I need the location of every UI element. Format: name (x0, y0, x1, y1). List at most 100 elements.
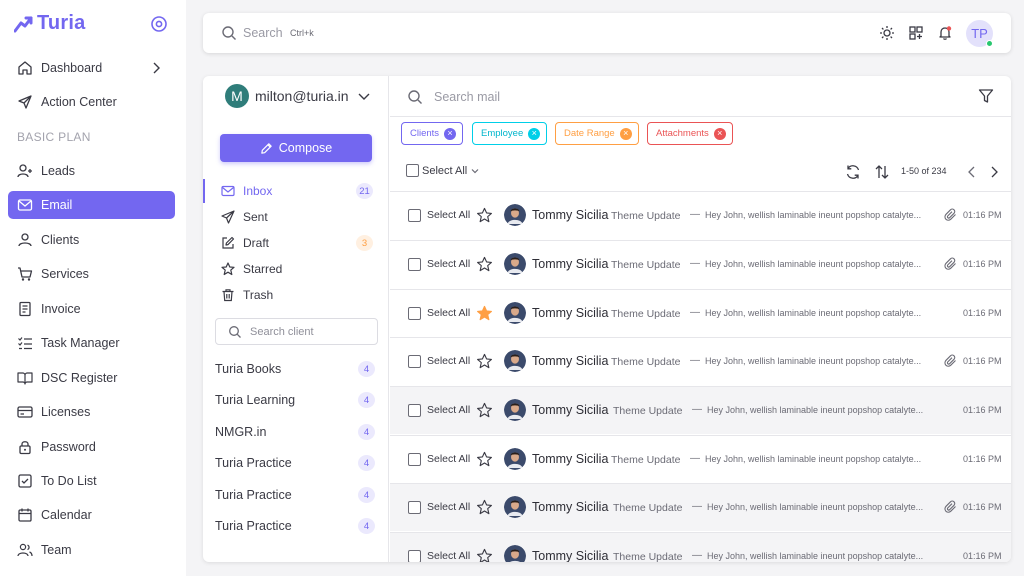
sidebar-item-licenses[interactable]: Licenses (8, 398, 175, 426)
sidebar-item-leads[interactable]: Leads (8, 157, 175, 185)
row-checkbox[interactable] (408, 453, 421, 466)
sidebar-item-calendar[interactable]: Calendar (8, 501, 175, 529)
star-icon[interactable] (476, 548, 493, 562)
bell-icon[interactable] (937, 25, 953, 41)
folder-starred[interactable]: Starred (203, 257, 389, 281)
send-icon (221, 210, 235, 224)
sidebar-item-invoice[interactable]: Invoice (8, 295, 175, 323)
folder-sent[interactable]: Sent (203, 205, 389, 229)
sidebar-item-task-manager[interactable]: Task Manager (8, 329, 175, 357)
sidebar-item-password[interactable]: Password (8, 433, 175, 461)
chevron-left-icon[interactable] (964, 164, 980, 180)
account-switcher[interactable]: M milton@turia.in (225, 84, 371, 108)
client-item[interactable]: NMGR.in 4 (215, 422, 375, 442)
sun-icon[interactable] (879, 25, 895, 41)
sidebar-collapse-button[interactable] (150, 15, 168, 33)
email-row[interactable]: Select All Tommy Sicilia Theme Update — Hey … (390, 191, 1011, 239)
email-row[interactable]: Select All Tommy Sicilia Theme Update — Hey … (390, 386, 1011, 434)
sidebar-item-label: Licenses (41, 405, 91, 419)
brand-logo[interactable]: Turia (14, 12, 85, 35)
sidebar-item-label: Clients (41, 233, 80, 247)
client-count-badge: 4 (358, 455, 375, 471)
sender-avatar (504, 350, 526, 372)
email-subject: Theme Update (613, 551, 683, 562)
sidebar-item-services[interactable]: Services (8, 260, 175, 288)
close-icon[interactable]: × (619, 127, 632, 140)
row-checkbox[interactable] (408, 258, 421, 271)
star-icon[interactable] (476, 207, 493, 224)
client-item[interactable]: Turia Learning 4 (215, 390, 375, 410)
email-snippet: Hey John, wellish laminable ineunt popsh… (705, 210, 922, 220)
client-item[interactable]: Turia Practice 4 (215, 516, 375, 536)
email-row[interactable]: Select All Tommy Sicilia Theme Update — Hey … (390, 289, 1011, 337)
filter-chip-attachments[interactable]: Attachments × (647, 122, 733, 145)
row-checkbox[interactable] (408, 550, 421, 562)
row-checkbox[interactable] (408, 307, 421, 320)
email-time: 01:16 PM (963, 502, 1002, 512)
sidebar-item-clients[interactable]: Clients (8, 226, 175, 254)
email-sender: Tommy Sicilia (532, 257, 609, 271)
email-row[interactable]: Select All Tommy Sicilia Theme Update — Hey … (390, 483, 1011, 531)
email-time: 01:16 PM (963, 551, 1002, 561)
star-icon[interactable] (476, 402, 493, 419)
sidebar-item-to-do-list[interactable]: To Do List (8, 467, 175, 495)
client-name: NMGR.in (215, 425, 267, 439)
mail-search-input[interactable] (434, 87, 734, 107)
compose-button[interactable]: Compose (220, 134, 372, 162)
select-all-checkbox[interactable] (406, 164, 419, 177)
star-icon[interactable] (476, 499, 493, 516)
calendar-icon (18, 508, 32, 522)
row-checkbox[interactable] (408, 404, 421, 417)
sidebar-item-action-center[interactable]: Action Center (8, 88, 175, 116)
grid-add-icon[interactable] (908, 25, 924, 41)
row-select-label: Select All (427, 258, 471, 270)
close-icon[interactable]: × (444, 127, 457, 140)
star-icon[interactable] (476, 451, 493, 468)
email-row[interactable]: Select All Tommy Sicilia Theme Update — Hey … (390, 532, 1011, 562)
close-icon[interactable]: × (528, 127, 541, 140)
email-row[interactable]: Select All Tommy Sicilia Theme Update — Hey … (390, 435, 1011, 483)
row-select-label: Select All (427, 355, 471, 367)
star-icon[interactable] (476, 353, 493, 370)
sidebar-item-dashboard[interactable]: Dashboard (8, 54, 175, 82)
client-item[interactable]: Turia Practice 4 (215, 485, 375, 505)
select-all-control[interactable]: Select All (406, 164, 480, 177)
client-item[interactable]: Turia Practice 4 (215, 453, 375, 473)
row-select-label: Select All (427, 404, 471, 416)
row-checkbox[interactable] (408, 501, 421, 514)
refresh-icon[interactable] (845, 164, 861, 180)
subject-separator: — (690, 355, 700, 366)
filter-chip-clients[interactable]: Clients × (401, 122, 464, 145)
filter-icon[interactable] (978, 88, 994, 104)
chevron-down-icon (471, 168, 479, 173)
chevron-right-icon (153, 62, 160, 74)
sidebar-item-email[interactable]: Email (8, 191, 175, 219)
email-row[interactable]: Select All Tommy Sicilia Theme Update — Hey … (390, 337, 1011, 385)
folder-label: Trash (243, 288, 274, 302)
star-filled-icon[interactable] (476, 305, 493, 322)
chevron-right-icon[interactable] (986, 164, 1002, 180)
sidebar-item-label: Team (41, 543, 72, 557)
folder-draft[interactable]: Draft 3 (203, 231, 389, 255)
folder-inbox[interactable]: Inbox 21 (203, 179, 389, 203)
row-checkbox[interactable] (408, 209, 421, 222)
filter-chip-employee[interactable]: Employee × (472, 122, 548, 145)
sidebar-item-dsc-register[interactable]: DSC Register (8, 364, 175, 392)
client-name: Turia Practice (215, 456, 292, 470)
client-search-input[interactable] (250, 323, 370, 341)
user-avatar[interactable]: TP (966, 20, 993, 47)
close-icon[interactable]: × (713, 127, 726, 140)
sidebar-item-team[interactable]: Team (8, 536, 175, 564)
client-item[interactable]: Turia Books 4 (215, 359, 375, 379)
email-row[interactable]: Select All Tommy Sicilia Theme Update — Hey … (390, 240, 1011, 288)
search-shortcut-hint: Ctrl+k (290, 28, 314, 38)
sidebar-item-label: Email (41, 198, 73, 212)
mail-panel: M milton@turia.in Compose Inbox 21 Sent … (203, 76, 1011, 562)
row-select-label: Select All (427, 501, 471, 513)
star-icon[interactable] (476, 256, 493, 273)
row-checkbox[interactable] (408, 355, 421, 368)
filter-chip-date-range[interactable]: Date Range × (555, 122, 639, 145)
global-search-input[interactable] (243, 23, 443, 43)
folder-trash[interactable]: Trash (203, 283, 389, 307)
sort-icon[interactable] (874, 164, 890, 180)
